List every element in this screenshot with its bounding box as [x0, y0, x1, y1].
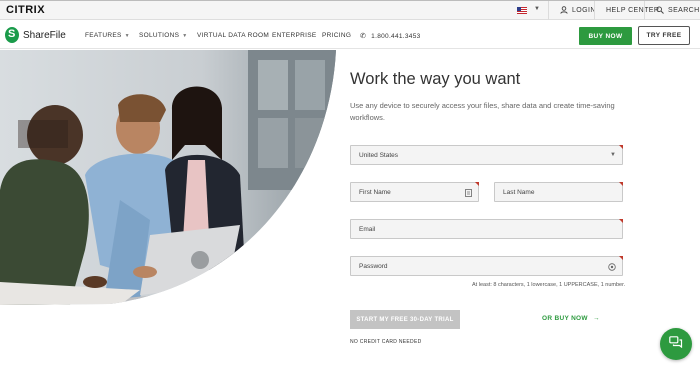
- phone-icon: ✆: [360, 33, 367, 40]
- utility-bar: CITRIX ▼ LOGIN HELP CENTER SEARCH: [0, 1, 700, 20]
- chevron-down-icon: ▼: [124, 33, 130, 39]
- required-marker: [619, 182, 623, 186]
- password-hint: At least: 8 characters, 1 lowercase, 1 U…: [472, 282, 626, 288]
- country-value: United States: [359, 151, 399, 159]
- nav-features[interactable]: FEATURES ▼: [85, 32, 130, 39]
- country-select[interactable]: United States ▼: [350, 145, 623, 165]
- required-marker: [619, 219, 623, 223]
- nav-solutions[interactable]: SOLUTIONS ▼: [139, 32, 188, 39]
- password-field[interactable]: Password: [350, 256, 623, 276]
- sharefile-logo-text[interactable]: ShareFile: [23, 30, 66, 41]
- nav-pricing[interactable]: PRICING: [322, 32, 351, 39]
- or-buy-now-link[interactable]: OR BUY NOW →: [542, 315, 600, 322]
- nav-enterprise[interactable]: ENTERPRISE: [272, 32, 317, 39]
- password-placeholder: Password: [359, 262, 388, 270]
- email-placeholder: Email: [359, 225, 376, 233]
- divider: [594, 1, 595, 20]
- contact-card-icon: [465, 189, 472, 199]
- phone-link[interactable]: ✆ 1.800.441.3453: [360, 32, 421, 40]
- search-link[interactable]: SEARCH: [656, 1, 700, 20]
- buy-now-button[interactable]: BUY NOW: [579, 27, 632, 45]
- login-label: LOGIN: [572, 7, 596, 14]
- start-trial-button[interactable]: START MY FREE 30-DAY TRIAL: [350, 310, 460, 329]
- arrow-right-icon: →: [592, 315, 600, 322]
- search-icon: [656, 5, 664, 16]
- last-name-field[interactable]: Last Name: [494, 182, 623, 202]
- page: CITRIX ▼ LOGIN HELP CENTER SEARCH ShareF…: [0, 0, 700, 366]
- last-name-placeholder: Last Name: [503, 188, 535, 196]
- citrix-logo[interactable]: CITRIX: [6, 4, 45, 16]
- divider: [548, 1, 549, 20]
- form-subtitle: Use any device to securely access your f…: [350, 101, 615, 122]
- required-marker: [475, 182, 479, 186]
- chevron-down-icon[interactable]: ▼: [534, 6, 540, 12]
- chevron-down-icon: ▼: [610, 152, 616, 158]
- main-nav: ShareFile FEATURES▼ SOLUTIONS▼ VIRTUAL D…: [0, 21, 700, 49]
- divider: [644, 1, 645, 20]
- us-flag-icon[interactable]: [517, 7, 527, 14]
- chat-bubble-icon: [669, 335, 683, 353]
- help-center-link[interactable]: HELP CENTER: [606, 1, 659, 20]
- required-marker: [619, 145, 623, 149]
- no-credit-card-note: NO CREDIT CARD NEEDED: [350, 339, 422, 345]
- chat-button[interactable]: [660, 328, 692, 360]
- email-field[interactable]: Email: [350, 219, 623, 239]
- login-link[interactable]: LOGIN: [560, 1, 596, 20]
- show-password-icon[interactable]: [608, 263, 616, 273]
- search-label: SEARCH: [668, 7, 700, 14]
- help-center-label: HELP CENTER: [606, 7, 660, 14]
- first-name-placeholder: First Name: [359, 188, 391, 196]
- required-marker: [619, 256, 623, 260]
- try-free-button[interactable]: TRY FREE: [638, 26, 690, 45]
- sharefile-logo-icon[interactable]: [5, 27, 19, 43]
- nav-virtual-data-room[interactable]: VIRTUAL DATA ROOM: [197, 32, 269, 39]
- first-name-field[interactable]: First Name: [350, 182, 479, 202]
- hero-photo: [0, 50, 336, 305]
- user-icon: [560, 5, 568, 16]
- chevron-down-icon: ▼: [182, 33, 188, 39]
- form-title: Work the way you want: [350, 70, 521, 88]
